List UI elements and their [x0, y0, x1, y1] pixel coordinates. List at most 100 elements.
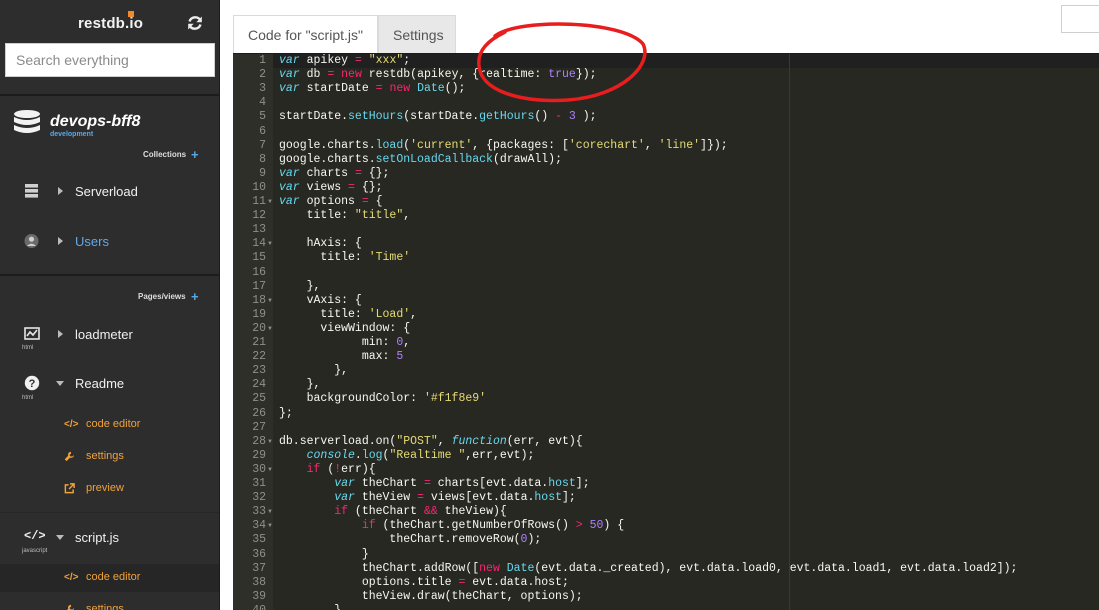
code-icon: </> [24, 529, 46, 543]
chart-icon [24, 327, 40, 340]
code-line[interactable]: if (theChart && theView){ [279, 505, 507, 519]
code-line[interactable]: min: 0, [279, 336, 410, 350]
readme-settings-link[interactable]: settings [0, 443, 219, 471]
fold-arrow-icon[interactable]: ▼ [267, 505, 273, 519]
line-number: 5 [259, 110, 266, 124]
fold-arrow-icon[interactable]: ▼ [267, 435, 273, 449]
line-number: 27 [252, 420, 266, 434]
code-line[interactable]: }; [279, 407, 293, 421]
code-line[interactable]: db.serverload.on("POST", function(err, e… [279, 435, 583, 449]
fold-arrow-icon[interactable]: ▼ [267, 294, 273, 308]
nav-item-readme[interactable]: ? html Readme [0, 364, 219, 404]
code-line[interactable]: max: 5 [279, 350, 403, 364]
line-number: 11 [252, 195, 266, 208]
code-line[interactable]: var theView = views[evt.data.host]; [279, 491, 576, 505]
search-input[interactable] [5, 43, 215, 77]
external-link-icon [64, 483, 75, 494]
nav-item-label: Serverload [75, 184, 138, 199]
script-settings-link[interactable]: settings [0, 596, 219, 610]
code-line[interactable]: }, [279, 378, 321, 392]
fold-arrow-icon[interactable]: ▼ [267, 237, 273, 251]
line-number: 6 [259, 124, 266, 138]
code-line[interactable]: if (!err){ [279, 463, 376, 477]
line-number: 16 [252, 265, 266, 279]
database-icon [14, 110, 40, 133]
nav-item-label: loadmeter [75, 327, 133, 342]
fold-arrow-icon[interactable]: ▼ [267, 463, 273, 477]
app-window: restdb.io devops-bff8 development Collec… [0, 0, 1099, 610]
code-line[interactable]: var options = { [279, 195, 383, 209]
refresh-icon[interactable] [186, 14, 204, 32]
fold-arrow-icon[interactable]: ▼ [267, 519, 273, 533]
brand-logo[interactable]: restdb.io [78, 15, 143, 32]
code-line[interactable]: var apikey = "xxx"; [279, 54, 410, 68]
sub-item-label: code editor [86, 571, 141, 583]
readme-code-editor-link[interactable]: </> code editor [0, 411, 219, 439]
code-line[interactable]: google.charts.load('current', {packages:… [279, 139, 728, 153]
tab-code[interactable]: Code for "script.js" [233, 15, 378, 53]
code-line[interactable]: hAxis: { [279, 237, 362, 251]
code-line[interactable]: var charts = {}; [279, 167, 389, 181]
divider [0, 274, 219, 276]
script-code-editor-link[interactable]: </> code editor [0, 564, 219, 592]
pages-views-title: Pages/views [138, 292, 186, 301]
code-line[interactable]: if (theChart.getNumberOfRows() > 50) { [279, 519, 624, 533]
line-number: 33 [252, 505, 266, 519]
fold-arrow-icon[interactable]: ▼ [267, 322, 273, 336]
code-line[interactable]: } [279, 604, 341, 610]
nav-item-users[interactable]: Users [0, 221, 219, 261]
code-line[interactable]: }, [279, 364, 348, 378]
sidebar: restdb.io devops-bff8 development Collec… [0, 0, 220, 610]
code-line[interactable]: console.log("Realtime ",err,evt); [279, 449, 535, 463]
nav-item-serverload[interactable]: Serverload [0, 171, 219, 211]
line-number: 22 [252, 350, 266, 364]
database-name[interactable]: devops-bff8 [50, 113, 140, 131]
nav-item-script-js[interactable]: </> javascript script.js [0, 518, 219, 558]
code-editor[interactable]: 1 2 3 4 5 6 7 8 9 10 11 ▼ 12 13 14 ▼ 15 16 17 18 ▼ 19 20 ▼ 21 22 2… [233, 53, 1099, 610]
add-collection-icon[interactable]: + [191, 148, 199, 161]
nav-item-loadmeter[interactable]: html loadmeter [0, 314, 219, 354]
chevron-down-icon [56, 381, 64, 386]
code-line[interactable]: title: 'Load', [279, 308, 417, 322]
code-line[interactable]: vAxis: { [279, 294, 362, 308]
line-number: 12 [252, 209, 266, 223]
readme-preview-link[interactable]: preview [0, 475, 219, 503]
code-icon: </> [64, 572, 79, 583]
code-line[interactable]: var theChart = charts[evt.data.host]; [279, 477, 589, 491]
code-line[interactable]: } [279, 548, 369, 562]
tab-settings[interactable]: Settings [378, 15, 456, 53]
help-icon: ? [24, 375, 40, 391]
line-number: 10 [252, 180, 266, 194]
code-line[interactable]: var db = new restdb(apikey, {realtime: t… [279, 68, 597, 82]
code-line[interactable]: google.charts.setOnLoadCallback(drawAll)… [279, 153, 562, 167]
code-line[interactable]: theChart.removeRow(0); [279, 533, 541, 547]
code-line[interactable]: var views = {}; [279, 181, 383, 195]
sub-item-label: code editor [86, 418, 141, 430]
sub-item-label: preview [86, 482, 124, 494]
code-line[interactable]: theView.draw(theChart, options); [279, 590, 583, 604]
line-number-gutter: 1 2 3 4 5 6 7 8 9 10 11 ▼ 12 13 14 ▼ 15 16 17 18 ▼ 19 20 ▼ 21 22 2… [233, 54, 273, 610]
user-icon [24, 234, 39, 248]
code-line[interactable]: title: 'Time' [279, 251, 410, 265]
code-line[interactable]: var startDate = new Date(); [279, 82, 465, 96]
code-line[interactable]: theChart.addRow([new Date(evt.data._crea… [279, 562, 1018, 576]
fold-arrow-icon[interactable]: ▼ [267, 195, 273, 209]
code-line[interactable]: backgroundColor: '#f1f8e9' [279, 392, 486, 406]
line-number: 7 [259, 138, 266, 152]
code-line[interactable]: startDate.setHours(startDate.getHours() … [279, 110, 597, 124]
code-line[interactable]: viewWindow: { [279, 322, 410, 336]
line-number: 3 [259, 82, 266, 96]
line-number: 36 [252, 547, 266, 561]
toolbar-button[interactable] [1061, 5, 1099, 33]
collections-title: Collections [143, 150, 187, 159]
code-line[interactable]: options.title = evt.data.host; [279, 576, 569, 590]
line-number: 15 [252, 251, 266, 265]
line-number: 35 [252, 533, 266, 547]
code-line[interactable]: title: "title", [279, 209, 411, 223]
line-number: 2 [259, 68, 266, 82]
line-number: 13 [252, 223, 266, 237]
code-line[interactable]: }, [279, 280, 321, 294]
line-number: 29 [252, 448, 266, 462]
line-number: 39 [252, 589, 266, 603]
add-page-icon[interactable]: + [191, 290, 199, 303]
